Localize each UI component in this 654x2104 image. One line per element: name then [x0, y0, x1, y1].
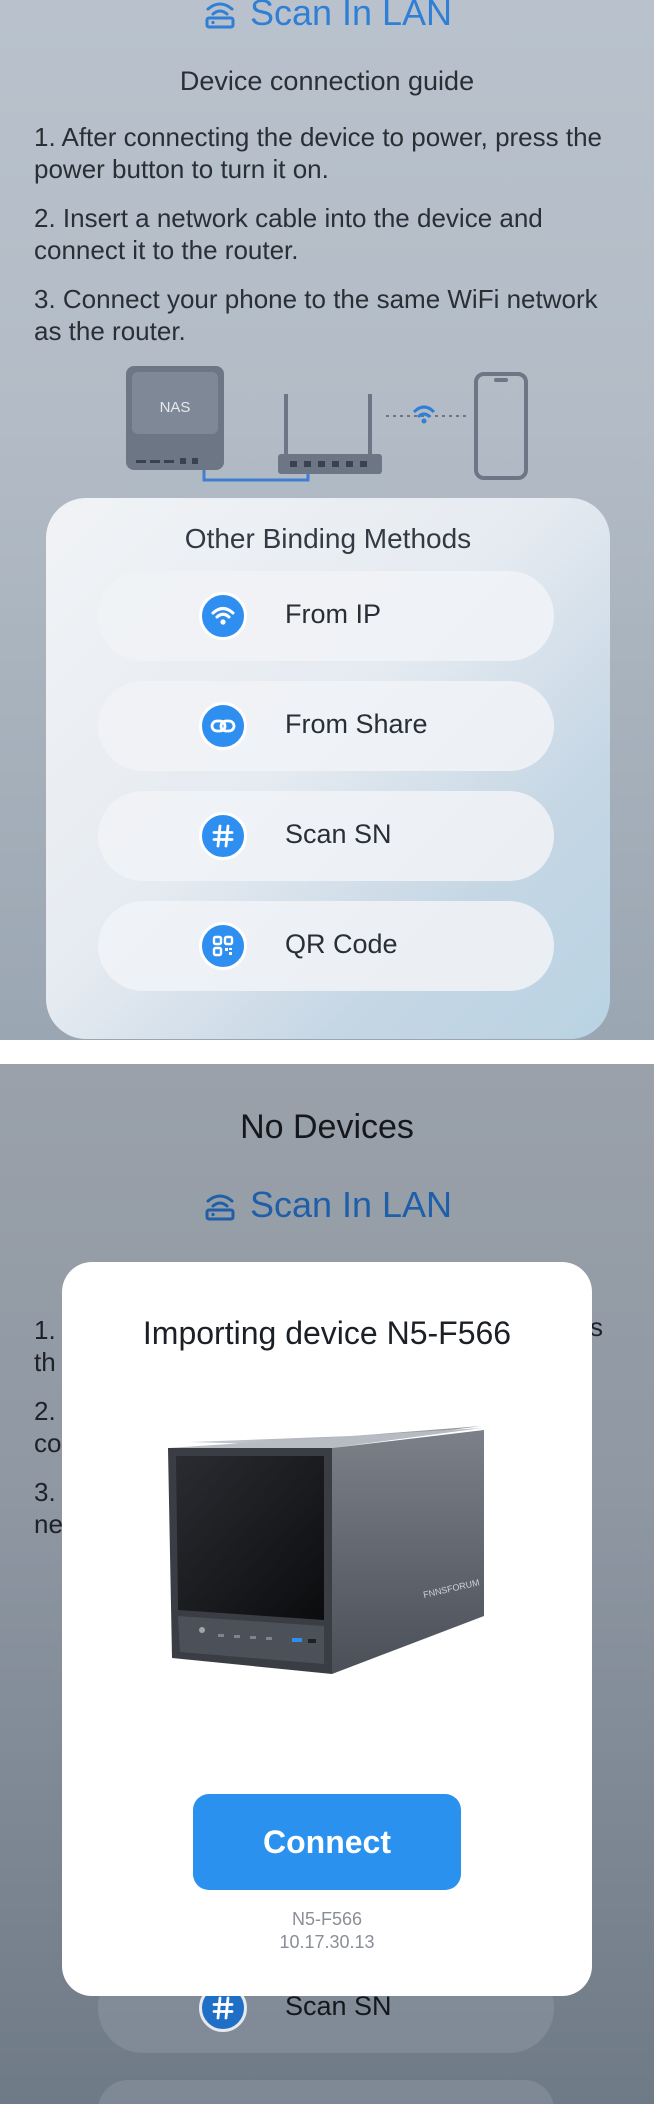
guide-step-3-fragment: 3. ne: [34, 1476, 63, 1540]
fragment-line: 2.: [34, 1396, 56, 1426]
device-name: N5-F566: [291, 1909, 363, 1929]
fragment-line: 3.: [34, 1477, 56, 1507]
fragment-line: 1.: [34, 1315, 56, 1345]
connection-illustration: NAS: [126, 366, 528, 482]
phone-illustration: [474, 372, 528, 480]
nas-device-illustration: NAS: [126, 366, 224, 470]
connect-button[interactable]: Connect: [193, 1794, 461, 1890]
from-share-label: From Share: [285, 709, 428, 739]
sheet-title: Other Binding Methods: [184, 523, 472, 554]
router-icon: [205, 1194, 235, 1221]
scan-in-lan-label: Scan In LAN: [249, 1184, 453, 1225]
guide-title: Device connection guide: [179, 66, 475, 96]
scan-in-lan-label: Scan In LAN: [249, 0, 453, 33]
scan-sn-button[interactable]: Scan SN: [98, 791, 554, 881]
other-binding-methods-sheet: Other Binding Methods From IP From Share: [46, 498, 610, 1039]
fragment-line: co: [34, 1428, 62, 1458]
hash-icon: [199, 812, 247, 860]
router-icon: [205, 2, 235, 29]
from-share-button[interactable]: From Share: [98, 681, 554, 771]
link-icon: [199, 702, 247, 750]
method-pill-partial: [98, 2080, 554, 2104]
guide-step-1-fragment: 1. th: [34, 1314, 56, 1378]
router-illustration: [278, 394, 382, 474]
from-ip-label: From IP: [285, 599, 382, 629]
qr-code-icon: [199, 922, 247, 970]
dialog-title: Importing device N5-F566: [142, 1315, 512, 1351]
screen-guide-with-binding-sheet: Scan In LAN Device connection guide 1. A…: [0, 0, 654, 1040]
guide-step-1: 1. After connecting the device to power,…: [34, 122, 603, 184]
guide-step-2-fragment: 2. co: [34, 1395, 61, 1459]
import-device-dialog: Importing device N5-F566 FNNSFORUM Conne…: [62, 1262, 592, 1996]
from-ip-button[interactable]: From IP: [98, 571, 554, 661]
screen-divider: [0, 1040, 654, 1064]
qr-code-label: QR Code: [285, 929, 398, 959]
qr-code-button[interactable]: QR Code: [98, 901, 554, 991]
scan-in-lan-button[interactable]: Scan In LAN: [0, 1184, 654, 1226]
device-ip: 10.17.30.13: [279, 1932, 375, 1952]
fragment-line: th: [34, 1347, 56, 1377]
fragment-line: ne: [34, 1509, 63, 1539]
nas-device-image: FNNSFORUM: [168, 1426, 484, 1674]
nas-label: NAS: [160, 399, 191, 416]
guide-step-3: 3. Connect your phone to the same WiFi n…: [34, 284, 598, 346]
scan-in-lan-button[interactable]: Scan In LAN: [0, 0, 654, 34]
no-devices-title: No Devices: [240, 1108, 414, 1146]
scan-sn-label: Scan SN: [285, 819, 392, 849]
guide-step-2: 2. Insert a network cable into the devic…: [34, 203, 543, 265]
wifi-icon: [199, 592, 247, 640]
